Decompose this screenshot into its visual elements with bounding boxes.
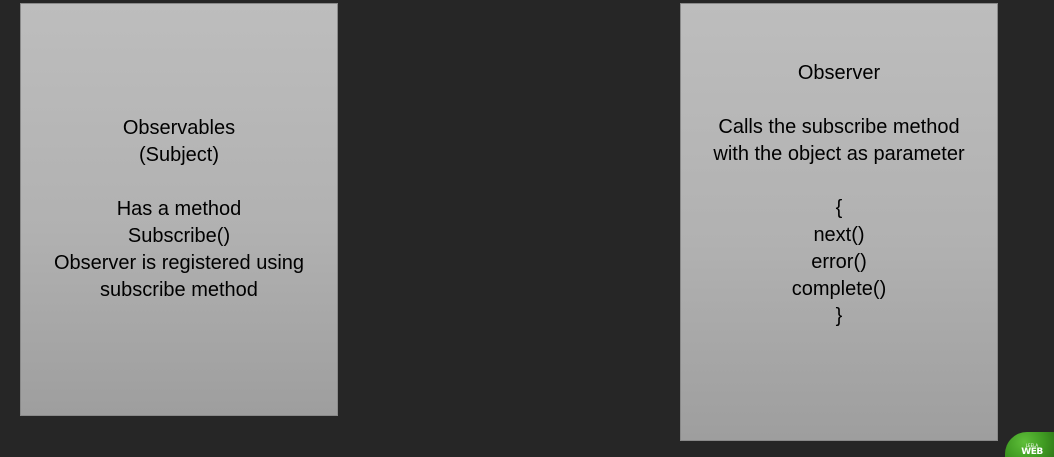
observer-box: Observer Calls the subscribe method with… bbox=[680, 3, 998, 441]
observer-gap-1 bbox=[713, 87, 964, 114]
observables-line-subscribe-method: subscribe method bbox=[100, 279, 258, 301]
observer-next: next() bbox=[813, 223, 865, 246]
observer-line-object: with the object as parameter bbox=[713, 142, 965, 165]
observables-line-method: Has a method bbox=[116, 198, 242, 220]
observer-gap-2 bbox=[713, 168, 964, 195]
observables-title: Observables bbox=[122, 117, 236, 139]
observables-line-subscribe: Subscribe() bbox=[127, 225, 231, 247]
observer-box-content: Observer Calls the subscribe method with… bbox=[713, 60, 964, 330]
channel-logo: LEELA WEB bbox=[1005, 432, 1054, 457]
observables-line-registered: Observer is registered using bbox=[53, 252, 305, 274]
observables-box-content: Observables (Subject) Has a method Subsc… bbox=[54, 115, 304, 304]
observer-complete: complete() bbox=[791, 277, 887, 300]
observer-error: error() bbox=[811, 250, 867, 273]
channel-logo-big-text: WEB bbox=[1021, 447, 1043, 457]
observables-gap bbox=[54, 169, 304, 196]
observables-subtitle: (Subject) bbox=[138, 144, 219, 166]
observer-line-calls: Calls the subscribe method bbox=[718, 115, 960, 138]
observer-close-brace: } bbox=[835, 304, 843, 327]
observer-title: Observer bbox=[797, 61, 881, 84]
observables-box: Observables (Subject) Has a method Subsc… bbox=[20, 3, 338, 416]
slide-canvas: Observables (Subject) Has a method Subsc… bbox=[0, 0, 1054, 457]
observer-open-brace: { bbox=[835, 196, 843, 219]
